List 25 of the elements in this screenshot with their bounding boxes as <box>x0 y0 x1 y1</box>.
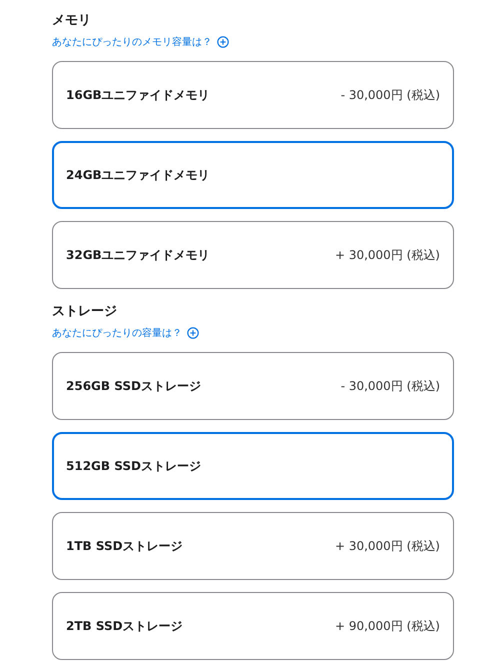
option-card[interactable]: 512GB SSDストレージ <box>52 432 454 500</box>
help-link[interactable]: あなたにぴったりのメモリ容量は？ <box>52 35 212 49</box>
option-label: 256GB SSDストレージ <box>66 378 201 394</box>
option-price: + 90,000円 (税込) <box>334 618 440 634</box>
option-label: 16GBユニファイドメモリ <box>66 86 210 104</box>
option-card[interactable]: 1TB SSDストレージ + 30,000円 (税込) <box>52 512 454 580</box>
option-label: 1TB SSDストレージ <box>66 538 183 554</box>
plus-circle-icon[interactable] <box>217 36 229 48</box>
help-link[interactable]: あなたにぴったりの容量は？ <box>52 326 182 340</box>
option-card[interactable]: 2TB SSDストレージ + 90,000円 (税込) <box>52 592 454 660</box>
option-card[interactable]: 24GBユニファイドメモリ <box>52 141 454 209</box>
plus-circle-icon[interactable] <box>187 327 199 339</box>
option-price: + 30,000円 (税込) <box>334 538 440 554</box>
option-price: - 30,000円 (税込) <box>340 86 440 104</box>
option-price: - 30,000円 (税込) <box>340 378 440 394</box>
option-price: + 30,000円 (税込) <box>334 246 440 264</box>
option-card[interactable]: 16GBユニファイドメモリ - 30,000円 (税込) <box>52 61 454 129</box>
option-card[interactable]: 32GBユニファイドメモリ + 30,000円 (税込) <box>52 221 454 289</box>
option-label: 512GB SSDストレージ <box>66 458 201 474</box>
option-label: 32GBユニファイドメモリ <box>66 246 210 264</box>
option-label: 2TB SSDストレージ <box>66 618 183 634</box>
option-card[interactable]: 256GB SSDストレージ - 30,000円 (税込) <box>52 352 454 420</box>
option-label: 24GBユニファイドメモリ <box>66 166 210 184</box>
section-title: ストレージ <box>52 303 118 321</box>
section-title: メモリ <box>52 12 92 30</box>
